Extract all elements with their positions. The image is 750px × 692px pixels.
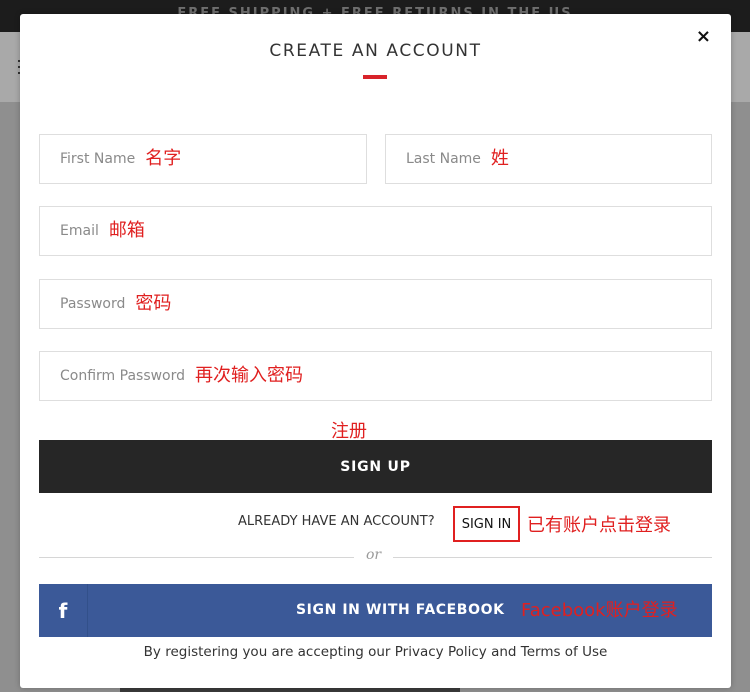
confirm-password-placeholder: Confirm Password: [60, 368, 186, 384]
modal-title: CREATE AN ACCOUNT: [269, 41, 482, 61]
terms-text: By registering you are accepting our Pri…: [143, 644, 608, 660]
already-have-account-text: ALREADY HAVE AN ACCOUNT?: [238, 514, 435, 529]
divider-right: [393, 557, 712, 558]
confirm-password-input[interactable]: Confirm Password 再次输入密码: [39, 351, 712, 401]
last-name-placeholder: Last Name: [406, 151, 481, 167]
first-name-annotation: 名字: [145, 148, 182, 169]
last-name-input[interactable]: Last Name 姓: [385, 134, 712, 184]
title-accent-bar: [363, 75, 387, 79]
last-name-annotation: 姓: [490, 148, 509, 169]
facebook-sign-in-button[interactable]: f SIGN IN WITH FACEBOOK Facebook账户登录: [39, 584, 712, 637]
confirm-password-annotation: 再次输入密码: [195, 365, 304, 386]
create-account-modal: × CREATE AN ACCOUNT First Name 名字 Last N…: [20, 14, 731, 688]
password-input[interactable]: Password 密码: [39, 279, 712, 329]
divider-or-text: or: [366, 547, 382, 563]
sign-up-button[interactable]: SIGN UP: [39, 440, 712, 493]
first-name-placeholder: First Name: [60, 151, 136, 167]
facebook-icon: f: [39, 584, 88, 637]
email-placeholder: Email: [60, 223, 99, 239]
first-name-input[interactable]: First Name 名字: [39, 134, 367, 184]
email-input[interactable]: Email 邮箱: [39, 206, 712, 256]
email-annotation: 邮箱: [108, 220, 145, 241]
sign-in-link[interactable]: SIGN IN: [453, 506, 520, 542]
facebook-button-label: SIGN IN WITH FACEBOOK: [296, 602, 505, 618]
divider-left: [39, 557, 354, 558]
password-placeholder: Password: [60, 296, 126, 312]
facebook-annotation: Facebook账户登录: [521, 600, 678, 621]
sign-in-annotation: 已有账户点击登录: [527, 515, 671, 536]
password-annotation: 密码: [135, 293, 172, 314]
